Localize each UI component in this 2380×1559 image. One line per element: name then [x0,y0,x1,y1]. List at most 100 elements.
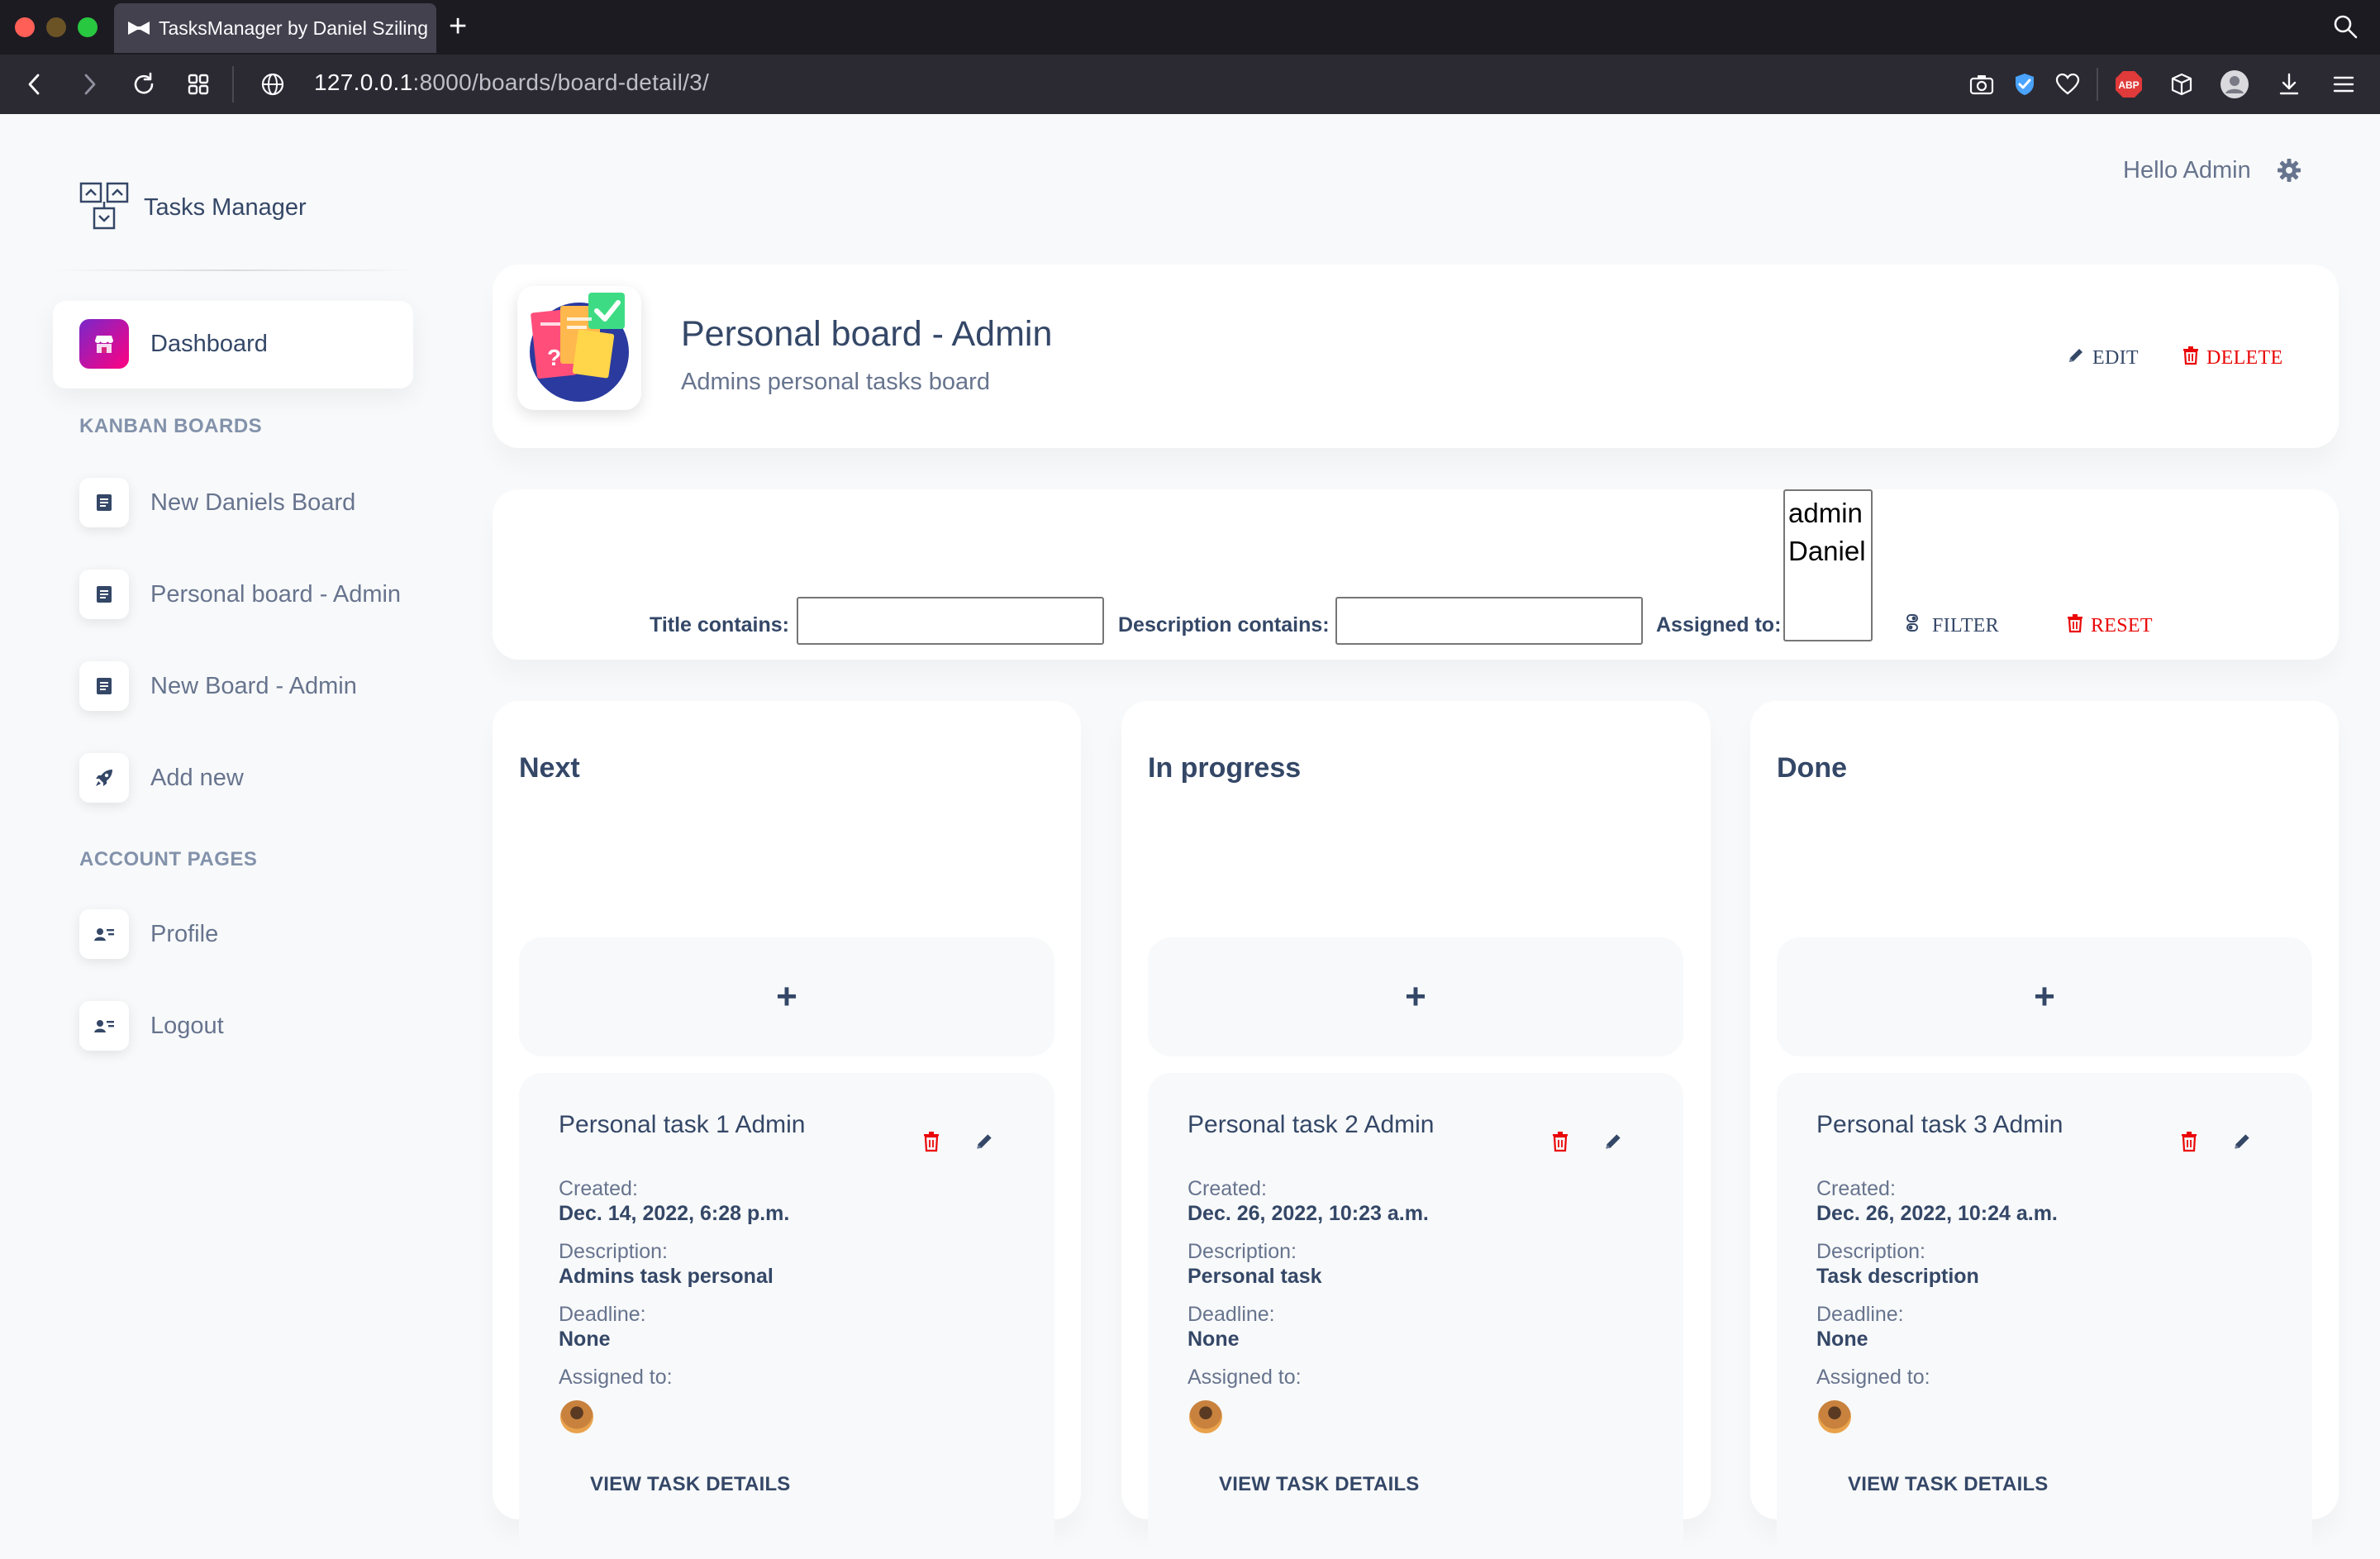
created-label: Created: [1816,1177,1896,1200]
board-illustration: ? [517,286,641,410]
trash-icon [2066,613,2084,639]
view-task-details-button[interactable]: VIEW TASK DETAILS [590,1473,791,1496]
task-card: Personal task 3 Admin Created: Dec. 26, … [1777,1073,2312,1559]
delete-board-button[interactable]: DELETE [2182,346,2282,371]
add-task-button[interactable]: + [1148,937,1683,1056]
task-card: Personal task 1 Admin Created: Dec. 14, … [519,1073,1054,1559]
assigned-label: Assigned to: [1816,1366,1930,1389]
task-title: Personal task 2 Admin [1188,1111,1435,1138]
title-filter-input[interactable] [797,597,1104,645]
heart-icon[interactable] [2053,69,2082,99]
filter-button[interactable]: FILTER [1906,613,1999,639]
window-zoom-button[interactable] [78,17,98,37]
gear-icon[interactable] [2276,157,2302,188]
view-task-details-button[interactable]: VIEW TASK DETAILS [1848,1473,2049,1496]
board-description: Admins personal tasks board [681,369,990,395]
created-label: Created: [559,1177,638,1200]
pencil-icon[interactable] [1602,1131,1624,1156]
account-icon[interactable] [2220,69,2249,99]
assigned-filter-select[interactable]: admin Daniel [1783,489,1873,641]
toolbar-divider [2097,68,2098,101]
description-filter-label: Description contains: [1118,613,1330,636]
assigned-label: Assigned to: [1188,1366,1302,1389]
filter-label: FILTER [1932,615,1999,636]
trash-icon[interactable] [1551,1131,1569,1156]
trash-icon[interactable] [2180,1131,2198,1156]
sidebar-item-label: Dashboard [150,330,268,357]
select-option-admin[interactable]: admin [1788,494,1871,532]
toolbar-divider [232,66,234,103]
adblock-icon[interactable]: ABP [2114,69,2144,99]
globe-icon[interactable] [258,69,288,99]
edit-board-button[interactable]: EDIT [2066,346,2139,371]
description-value: Personal task [1188,1265,1322,1288]
pencil-icon [2066,346,2086,371]
description-label: Description: [1816,1240,1925,1263]
task-card: Personal task 2 Admin Created: Dec. 26, … [1148,1073,1683,1559]
sidebar-item-label: Personal board - Admin [150,580,402,608]
menu-icon[interactable] [2329,69,2359,99]
user-greeting: Hello Admin [2123,157,2251,184]
description-filter-input[interactable] [1335,597,1643,645]
kanban-column-in-progress: In progress + Personal task 2 Admin Crea… [1121,701,1711,1559]
document-icon [79,570,129,619]
brand[interactable]: Tasks Manager [79,182,307,234]
description-value: Admins task personal [559,1265,774,1288]
created-value: Dec. 14, 2022, 6:28 p.m. [559,1202,790,1225]
forward-button[interactable] [74,69,104,99]
column-title: Next [519,752,580,784]
sidebar-item-label: Logout [150,1012,224,1039]
select-option-daniel[interactable]: Daniel [1788,532,1871,570]
pencil-icon[interactable] [2231,1131,2253,1156]
window-minimize-button[interactable] [46,17,66,37]
document-icon [79,661,129,711]
browser-tab[interactable]: TasksManager by Daniel Sziling [114,3,436,53]
task-title: Personal task 1 Admin [559,1111,806,1138]
bowtie-icon [127,20,150,36]
sidebar-item-label: Add new [150,764,244,791]
document-icon [79,478,129,527]
camera-icon[interactable] [1967,69,1997,99]
add-task-button[interactable]: + [519,937,1054,1056]
description-label: Description: [1188,1240,1297,1263]
reset-label: RESET [2091,615,2153,636]
window-close-button[interactable] [15,17,35,37]
deadline-value: None [1816,1328,1868,1351]
add-task-button[interactable]: + [1777,937,2312,1056]
column-title: In progress [1148,752,1302,784]
reload-button[interactable] [129,69,159,99]
avatar [1818,1400,1851,1433]
address-bar[interactable]: 127.0.0.1:8000/boards/board-detail/3/ [314,69,709,96]
sidebar-item-dashboard[interactable]: Dashboard [79,319,268,369]
search-icon[interactable] [2332,13,2359,44]
sidebar-item-logout[interactable]: Logout [79,1001,224,1051]
back-button[interactable] [20,69,50,99]
deadline-label: Deadline: [1188,1303,1275,1326]
shop-icon [79,319,129,369]
sidebar-item-add-new[interactable]: Add new [79,753,244,803]
url-host: 127.0.0.1 [314,69,413,95]
sidebar-divider [53,269,416,271]
task-title: Personal task 3 Admin [1816,1111,2063,1138]
download-icon[interactable] [2274,69,2304,99]
deadline-value: None [559,1328,611,1351]
view-task-details-button[interactable]: VIEW TASK DETAILS [1219,1473,1420,1496]
user-card-icon [79,1001,129,1051]
description-value: Task description [1816,1265,1979,1288]
pencil-icon[interactable] [973,1131,995,1156]
deadline-label: Deadline: [559,1303,646,1326]
avatar [560,1400,593,1433]
trash-icon[interactable] [922,1131,940,1156]
sidebar-item-board[interactable]: Personal board - Admin [79,570,401,619]
kanban-boards-heading: KANBAN BOARDS [79,415,263,437]
title-filter-label: Title contains: [650,613,790,636]
box-icon[interactable] [2167,69,2197,99]
sidebar-item-board[interactable]: New Board - Admin [79,661,357,711]
tab-overview-icon[interactable] [183,69,213,99]
sidebar-item-profile[interactable]: Profile [79,909,218,959]
sidebar-item-board[interactable]: New Daniels Board [79,478,355,527]
reset-button[interactable]: RESET [2066,613,2153,639]
sidebar-item-label: New Daniels Board [150,489,356,516]
shield-icon[interactable] [2010,69,2040,99]
new-tab-button[interactable]: + [449,10,467,43]
